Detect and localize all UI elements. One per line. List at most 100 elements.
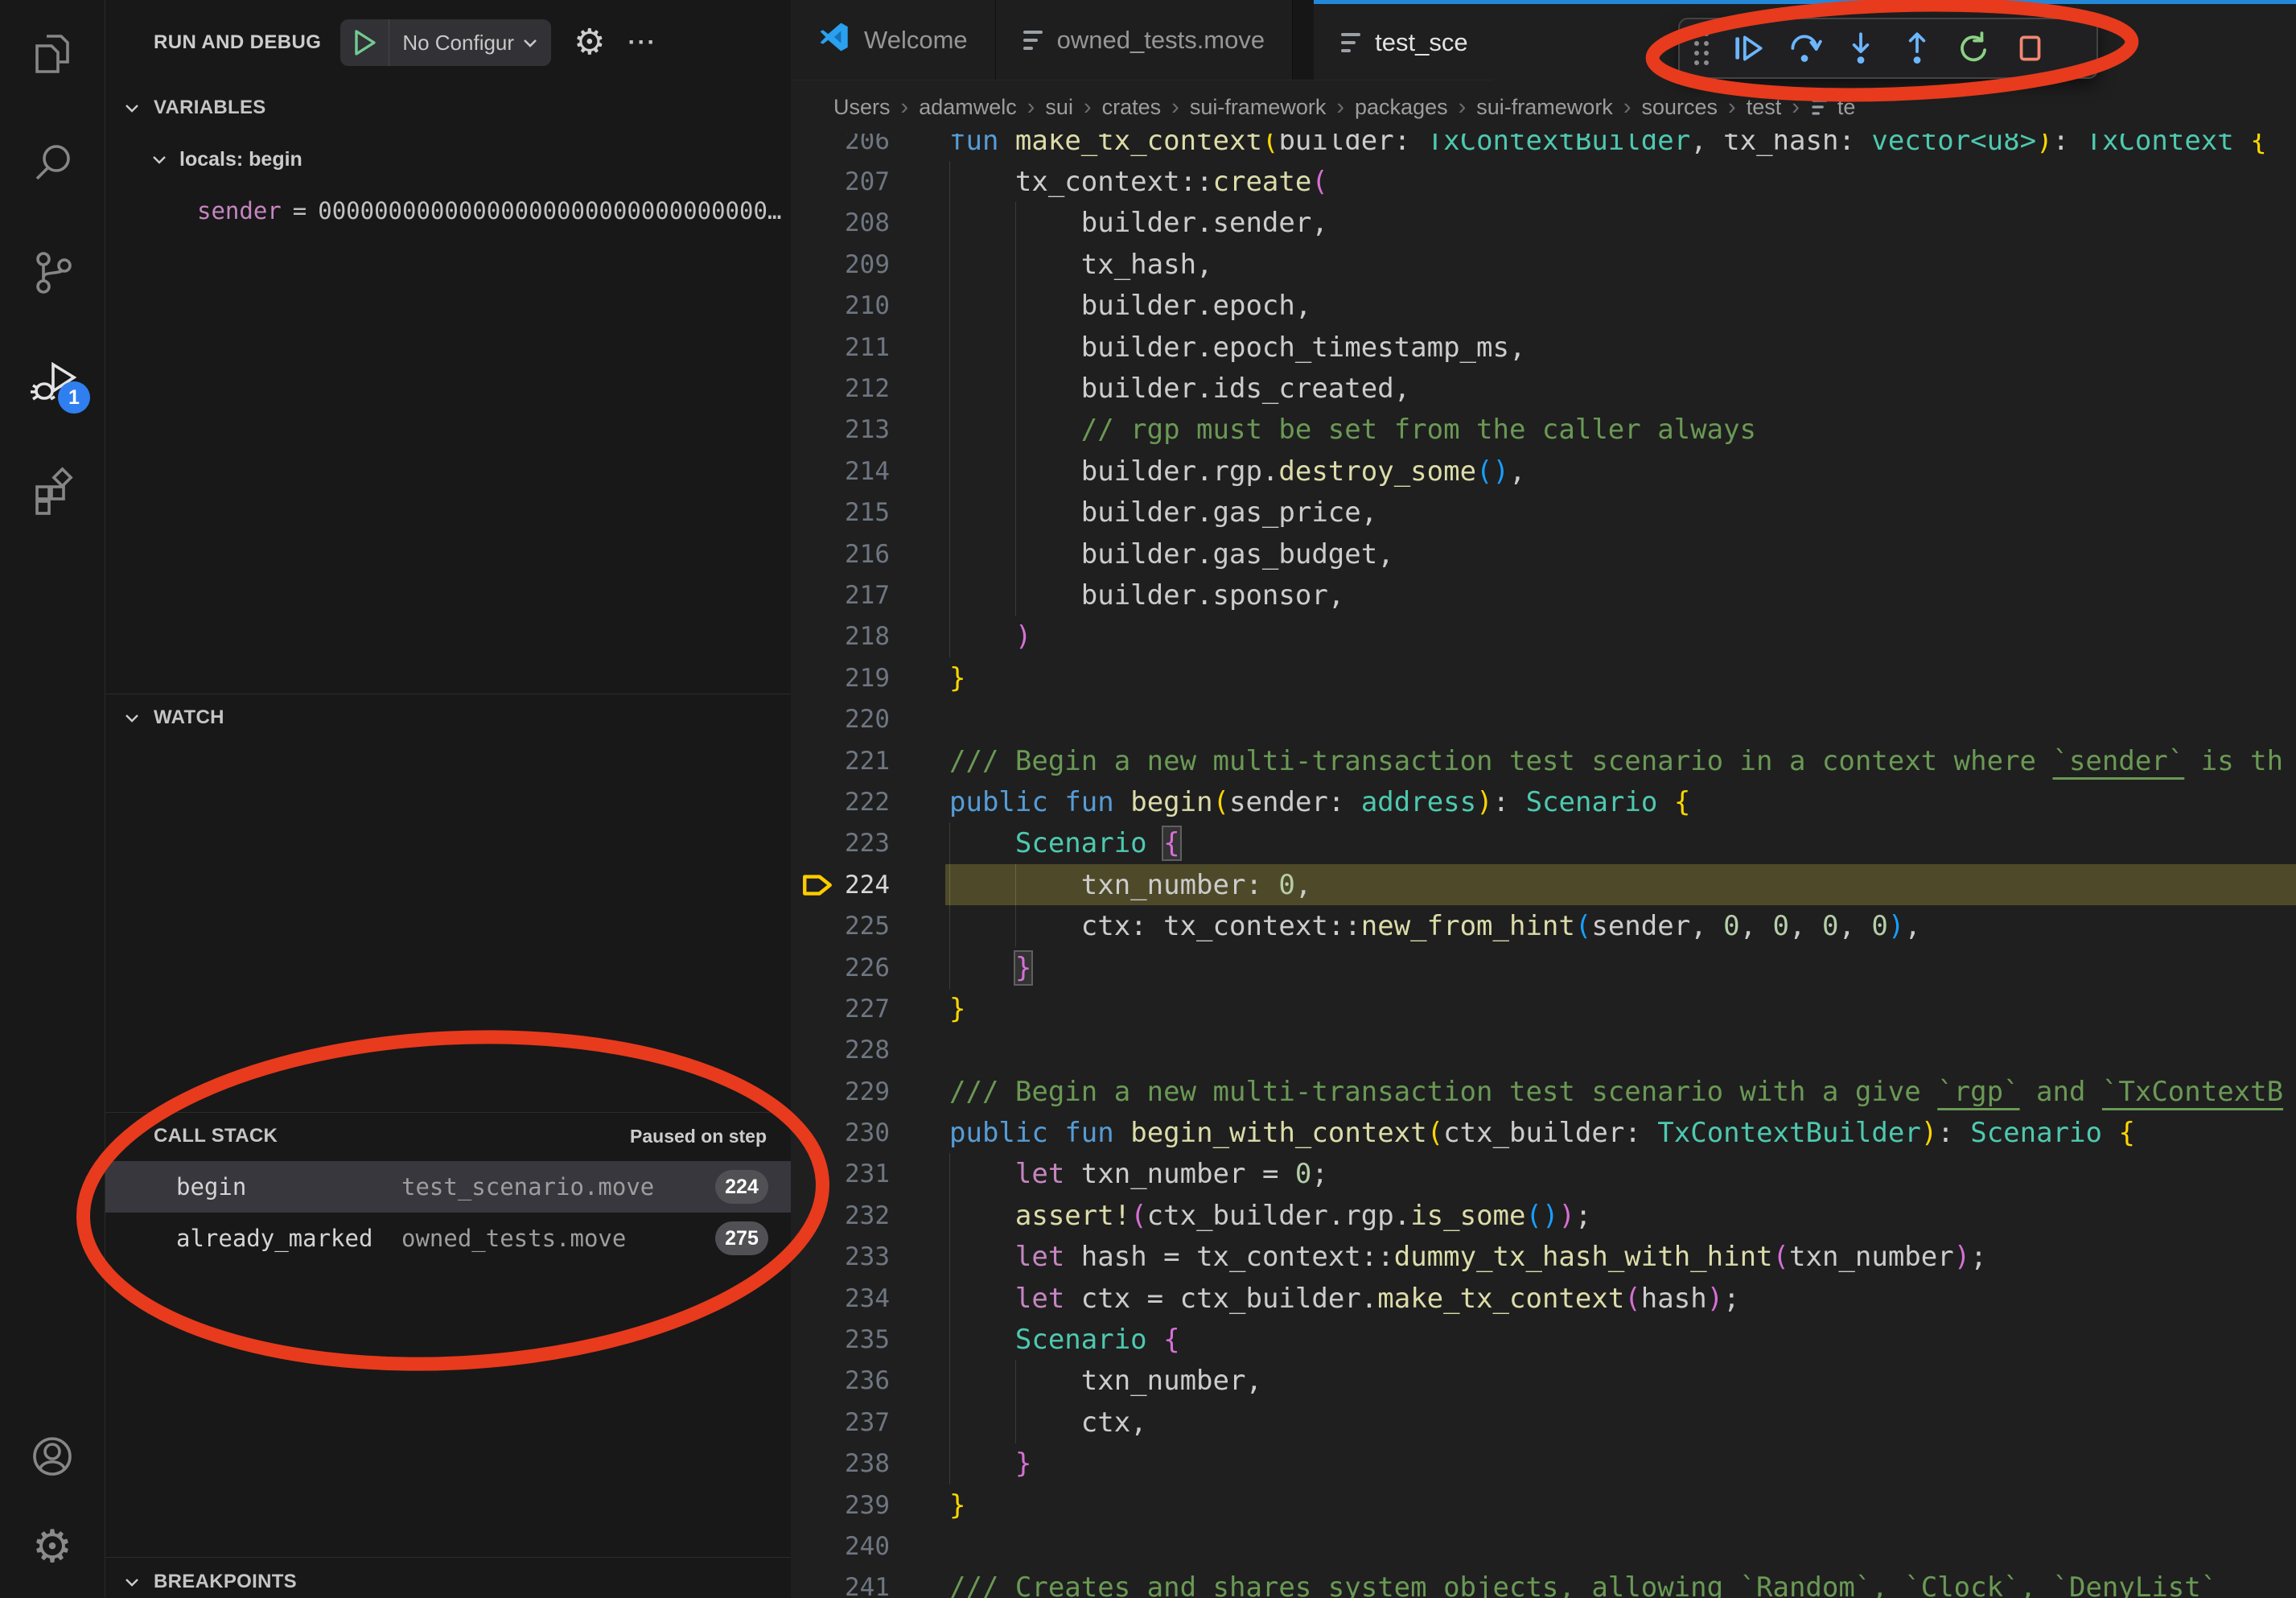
breadcrumb-item[interactable]: sui-framework xyxy=(1190,95,1327,120)
line-number[interactable]: 240 xyxy=(792,1532,890,1561)
activity-source-control[interactable] xyxy=(0,225,105,322)
line-number[interactable]: 219 xyxy=(792,664,890,693)
code-line-209[interactable]: 209 tx_hash, xyxy=(792,244,2296,285)
line-number[interactable]: 237 xyxy=(792,1408,890,1437)
breakpoints-section-header[interactable]: BREAKPOINTS xyxy=(105,1561,791,1598)
line-number[interactable]: 211 xyxy=(792,333,890,362)
step-into-button[interactable] xyxy=(1833,24,1889,72)
stack-frame-begin[interactable]: begintest_scenario.move224 xyxy=(105,1161,791,1213)
activity-settings[interactable]: ⚙ xyxy=(0,1506,105,1587)
line-number[interactable]: 212 xyxy=(792,374,890,403)
code-line-241[interactable]: 241/// Creates and shares system objects… xyxy=(792,1567,2296,1598)
watch-section-header[interactable]: WATCH xyxy=(105,697,791,739)
line-number[interactable]: 222 xyxy=(792,788,890,817)
stop-button[interactable] xyxy=(2002,24,2058,72)
code-line-229[interactable]: 229/// Begin a new multi-transaction tes… xyxy=(792,1071,2296,1112)
code-line-230[interactable]: 230public fun begin_with_context(ctx_bui… xyxy=(792,1112,2296,1153)
variables-section-header[interactable]: VARIABLES xyxy=(105,87,791,129)
line-number[interactable]: 234 xyxy=(792,1284,890,1313)
breadcrumb-item[interactable]: adamwelc xyxy=(919,95,1017,120)
code-line-233[interactable]: 233 let hash = tx_context::dummy_tx_hash… xyxy=(792,1237,2296,1278)
line-number[interactable]: 239 xyxy=(792,1491,890,1520)
code-line-225[interactable]: 225 ctx: tx_context::new_from_hint(sende… xyxy=(792,905,2296,946)
code-line-234[interactable]: 234 let ctx = ctx_builder.make_tx_contex… xyxy=(792,1278,2296,1319)
line-number[interactable]: 231 xyxy=(792,1159,890,1188)
code-line-220[interactable]: 220 xyxy=(792,698,2296,739)
code-line-213[interactable]: 213 // rgp must be set from the caller a… xyxy=(792,410,2296,451)
line-number[interactable]: 228 xyxy=(792,1036,890,1065)
line-number[interactable]: 208 xyxy=(792,208,890,237)
start-debugging-icon[interactable] xyxy=(340,29,389,56)
line-number[interactable]: 207 xyxy=(792,167,890,196)
continue-button[interactable] xyxy=(1720,24,1776,72)
line-number[interactable]: 214 xyxy=(792,457,890,486)
code-line-212[interactable]: 212 builder.ids_created, xyxy=(792,368,2296,409)
code-line-221[interactable]: 221/// Begin a new multi-transaction tes… xyxy=(792,740,2296,781)
toolbar-drag-grip[interactable] xyxy=(1694,31,1709,65)
breadcrumb-item[interactable]: sui xyxy=(1045,95,1073,120)
code-line-222[interactable]: 222public fun begin(sender: address): Sc… xyxy=(792,781,2296,822)
activity-search[interactable] xyxy=(0,116,105,212)
code-line-228[interactable]: 228 xyxy=(792,1030,2296,1071)
code-line-218[interactable]: 218 ) xyxy=(792,616,2296,657)
code-line-207[interactable]: 207 tx_context::create( xyxy=(792,161,2296,202)
code-line-227[interactable]: 227} xyxy=(792,988,2296,1029)
line-number[interactable]: 235 xyxy=(792,1325,890,1354)
code-line-217[interactable]: 217 builder.sponsor, xyxy=(792,575,2296,616)
code-line-219[interactable]: 219} xyxy=(792,657,2296,698)
line-number[interactable]: 226 xyxy=(792,953,890,982)
line-number[interactable]: 209 xyxy=(792,250,890,279)
code-line-232[interactable]: 232 assert!(ctx_builder.rgp.is_some()); xyxy=(792,1195,2296,1236)
step-out-button[interactable] xyxy=(1889,24,1945,72)
line-number[interactable]: 230 xyxy=(792,1118,890,1147)
breadcrumb-file[interactable]: te xyxy=(1810,95,1856,120)
code-line-223[interactable]: 223 Scenario { xyxy=(792,823,2296,864)
breadcrumb-item[interactable]: sui-framework xyxy=(1476,95,1613,120)
code-line-236[interactable]: 236 txn_number, xyxy=(792,1361,2296,1402)
line-number[interactable]: 215 xyxy=(792,498,890,527)
tab-owned-tests-move[interactable]: owned_tests.move xyxy=(996,0,1293,80)
activity-extensions[interactable] xyxy=(0,444,105,541)
breadcrumb-item[interactable]: Users xyxy=(833,95,891,120)
code-line-215[interactable]: 215 builder.gas_price, xyxy=(792,492,2296,533)
code-line-231[interactable]: 231 let txn_number = 0; xyxy=(792,1154,2296,1195)
code-editor[interactable]: 206fun make_tx_context(builder: TxContex… xyxy=(792,120,2296,1598)
code-line-237[interactable]: 237 ctx, xyxy=(792,1402,2296,1443)
step-over-button[interactable] xyxy=(1776,24,1833,72)
debug-configuration-dropdown[interactable]: No Configur xyxy=(340,19,551,66)
line-number[interactable]: 220 xyxy=(792,705,890,734)
line-number[interactable]: 229 xyxy=(792,1077,890,1106)
breadcrumb-item[interactable]: crates xyxy=(1102,95,1162,120)
line-number[interactable]: 221 xyxy=(792,747,890,776)
line-number[interactable]: 218 xyxy=(792,622,890,651)
debug-settings-gear-icon[interactable]: ⚙ xyxy=(574,25,605,60)
line-number[interactable]: 233 xyxy=(792,1242,890,1271)
line-number[interactable]: 217 xyxy=(792,581,890,610)
code-line-235[interactable]: 235 Scenario { xyxy=(792,1319,2296,1360)
breadcrumb-item[interactable]: packages xyxy=(1355,95,1448,120)
activity-explorer[interactable] xyxy=(0,6,105,103)
variables-scope-row[interactable]: locals: begin xyxy=(105,138,791,180)
stack-frame-already_marked[interactable]: already_markedowned_tests.move275 xyxy=(105,1213,791,1264)
code-line-210[interactable]: 210 builder.epoch, xyxy=(792,286,2296,327)
code-line-239[interactable]: 239} xyxy=(792,1485,2296,1526)
code-line-208[interactable]: 208 builder.sender, xyxy=(792,203,2296,244)
line-number[interactable]: 232 xyxy=(792,1201,890,1230)
activity-run-and-debug[interactable]: 1 xyxy=(0,335,105,431)
line-number[interactable]: 227 xyxy=(792,995,890,1023)
line-number[interactable]: 216 xyxy=(792,540,890,569)
code-line-226[interactable]: 226 } xyxy=(792,947,2296,988)
line-number[interactable]: 238 xyxy=(792,1449,890,1478)
more-actions-icon[interactable]: ··· xyxy=(628,31,657,55)
line-number[interactable]: 225 xyxy=(792,912,890,941)
activity-account[interactable] xyxy=(0,1410,105,1506)
breadcrumb-item[interactable]: test xyxy=(1747,95,1782,120)
call-stack-section-header[interactable]: CALL STACK Paused on step xyxy=(105,1115,791,1157)
code-line-240[interactable]: 240 xyxy=(792,1526,2296,1567)
breadcrumb-item[interactable]: sources xyxy=(1641,95,1718,120)
code-line-216[interactable]: 216 builder.gas_budget, xyxy=(792,533,2296,575)
code-line-224[interactable]: 224 txn_number: 0, xyxy=(792,864,2296,905)
code-line-214[interactable]: 214 builder.rgp.destroy_some(), xyxy=(792,451,2296,492)
line-number[interactable]: 213 xyxy=(792,415,890,444)
restart-button[interactable] xyxy=(1945,24,2002,72)
